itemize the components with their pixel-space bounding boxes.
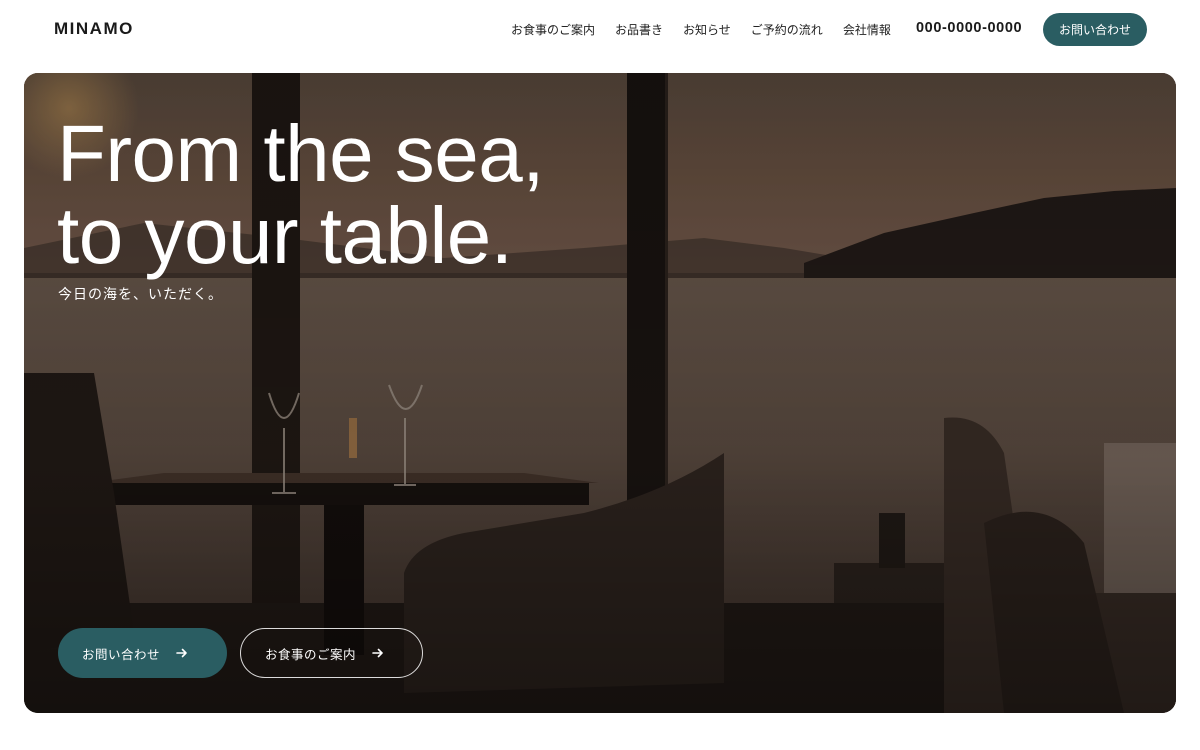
nav-item-dining[interactable]: お食事のご案内 xyxy=(511,21,595,38)
hero-title-line-1: From the sea, xyxy=(57,109,545,198)
nav-item-menu[interactable]: お品書き xyxy=(615,21,663,38)
hero-contact-button-label: お問い合わせ xyxy=(82,646,161,662)
header-contact-button[interactable]: お問い合わせ xyxy=(1043,13,1147,46)
nav-item-reservation-flow[interactable]: ご予約の流れ xyxy=(751,21,823,38)
hero-title-line-2: to your table. xyxy=(57,191,513,280)
nav-item-news[interactable]: お知らせ xyxy=(683,21,731,38)
phone-number[interactable]: 000-0000-0000 xyxy=(916,20,1022,36)
main-nav: お食事のご案内 お品書き お知らせ ご予約の流れ 会社情報 xyxy=(511,21,891,38)
site-logo[interactable]: MINAMO xyxy=(54,19,134,39)
hero-title: From the sea, to your table. xyxy=(57,109,545,280)
arrow-right-icon xyxy=(176,647,188,659)
hero-subtitle: 今日の海を、いただく。 xyxy=(58,287,223,303)
hero-dining-button[interactable]: お食事のご案内 xyxy=(240,628,423,678)
site-header: MINAMO お食事のご案内 お品書き お知らせ ご予約の流れ 会社情報 000… xyxy=(0,0,1200,60)
hero-section: From the sea, to your table. 今日の海を、いただく。… xyxy=(24,73,1176,713)
hero-dining-button-label: お食事のご案内 xyxy=(265,646,357,662)
arrow-right-icon xyxy=(372,647,384,659)
nav-item-company[interactable]: 会社情報 xyxy=(843,21,891,38)
hero-contact-button[interactable]: お問い合わせ xyxy=(58,628,227,678)
